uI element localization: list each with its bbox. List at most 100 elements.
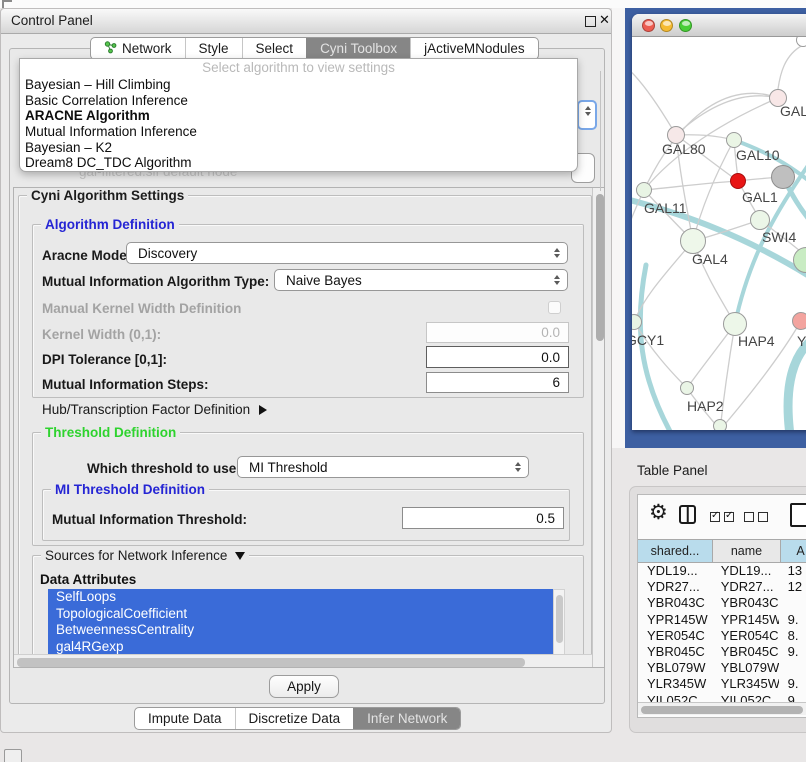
dropdown-item-basic-correlation-inference[interactable]: Basic Correlation Inference bbox=[20, 93, 577, 109]
table-row[interactable]: YPR145WYPR145W9. bbox=[638, 612, 806, 628]
table-row[interactable]: YBL079WYBL079W bbox=[638, 660, 806, 676]
network-node-gal11[interactable] bbox=[636, 182, 652, 198]
mi-type-combo[interactable]: Naive Bayes bbox=[274, 269, 568, 291]
node-label-gal4: GAL4 bbox=[692, 251, 728, 267]
combo-spinner-icon bbox=[515, 462, 521, 472]
node-label-hap4: HAP4 bbox=[738, 333, 775, 349]
attribute-item-betweennesscentrality[interactable]: BetweennessCentrality bbox=[48, 622, 553, 639]
control-panel-titlebar: Control Panel ✕ bbox=[1, 9, 611, 34]
network-node[interactable] bbox=[713, 419, 727, 430]
network-window[interactable]: GALGAL80GAL10GAL1GAL11GAL4SWI4GCY1HAP4YH… bbox=[632, 14, 806, 430]
network-icon bbox=[104, 41, 117, 57]
column-header-name[interactable]: name bbox=[713, 540, 781, 562]
table-horizontal-scrollbar-thumb[interactable] bbox=[641, 706, 803, 714]
hub-expander[interactable]: Hub/Transcription Factor Definition bbox=[42, 402, 267, 417]
sources-expander[interactable]: Sources for Network Inference bbox=[41, 548, 249, 563]
table-row[interactable]: YER054CYER054C8. bbox=[638, 628, 806, 644]
minimized-panel-icon[interactable] bbox=[4, 749, 22, 762]
table-cell: 8. bbox=[779, 628, 806, 644]
tab-cyni-toolbox[interactable]: Cyni Toolbox bbox=[306, 38, 410, 59]
node-label-hap2: HAP2 bbox=[687, 398, 724, 414]
column-header-a[interactable]: A bbox=[781, 540, 806, 562]
dropdown-item-aracne-algorithm[interactable]: ARACNE Algorithm bbox=[20, 108, 577, 124]
gear-icon[interactable]: ⚙ bbox=[649, 501, 668, 525]
settings-horizontal-scrollbar[interactable] bbox=[14, 654, 592, 668]
attribute-item-gal4rgexp[interactable]: gal4RGexp bbox=[48, 639, 553, 656]
which-threshold-label: Which threshold to use: bbox=[87, 461, 241, 476]
kernel-width-field[interactable]: 0.0 bbox=[426, 322, 569, 343]
columns-icon[interactable] bbox=[679, 505, 696, 524]
dropdown-item-mutual-information-inference[interactable]: Mutual Information Inference bbox=[20, 124, 577, 140]
close-window-icon[interactable] bbox=[642, 19, 655, 32]
new-table-icon[interactable] bbox=[790, 503, 806, 527]
table-cell bbox=[779, 595, 806, 611]
tab-label: jActiveMNodules bbox=[424, 41, 525, 56]
settings-horizontal-scrollbar-thumb[interactable] bbox=[17, 658, 525, 667]
combo-spinner-icon bbox=[554, 248, 560, 258]
tab-style[interactable]: Style bbox=[185, 38, 242, 59]
tab-jactivemnodules[interactable]: jActiveMNodules bbox=[410, 38, 538, 59]
deselect-all-checks-icon[interactable] bbox=[744, 509, 772, 527]
node-label-gal10: GAL10 bbox=[736, 147, 780, 163]
settings-scrollpane: Cyni Algorithm Settings Algorithm Defini… bbox=[13, 187, 605, 668]
table-row[interactable]: YDR27...YDR27...12 bbox=[638, 579, 806, 595]
table-cell bbox=[779, 660, 806, 676]
zoom-window-icon[interactable] bbox=[679, 19, 692, 32]
bottom-tabs: Impute DataDiscretize DataInfer Network bbox=[134, 707, 461, 730]
dropdown-prompt: Select algorithm to view settings bbox=[20, 59, 577, 77]
network-node[interactable] bbox=[730, 173, 746, 189]
network-node-gal10[interactable] bbox=[726, 132, 742, 148]
attributes-scrollbar-thumb[interactable] bbox=[556, 595, 563, 643]
attributes-scrollbar[interactable] bbox=[553, 589, 565, 655]
tab-network[interactable]: Network bbox=[91, 38, 185, 59]
tab-select[interactable]: Select bbox=[242, 38, 307, 59]
table-cell: YDR27... bbox=[638, 579, 712, 595]
dropdown-item-bayesian-k2[interactable]: Bayesian – K2 bbox=[20, 140, 577, 156]
aracne-mode-combo[interactable]: Discovery bbox=[126, 242, 568, 264]
screen: Control Panel ✕ NetworkStyleSelectCyni T… bbox=[0, 0, 806, 762]
control-panel-title: Control Panel bbox=[11, 13, 93, 28]
which-threshold-combo[interactable]: MI Threshold bbox=[237, 456, 529, 478]
network-node-y[interactable] bbox=[792, 312, 806, 330]
inference-algorithm-combo-fragment[interactable] bbox=[577, 100, 597, 130]
select-all-checks-icon[interactable] bbox=[710, 509, 738, 527]
manual-kernel-checkbox[interactable] bbox=[548, 301, 561, 314]
chevron-right-icon bbox=[259, 405, 267, 415]
node-label-y: Y bbox=[797, 333, 806, 349]
attribute-item-selfloops[interactable]: SelfLoops bbox=[48, 589, 553, 606]
network-node-gal1[interactable] bbox=[750, 210, 770, 230]
table-cell: YBL079W bbox=[638, 660, 712, 676]
apply-button[interactable]: Apply bbox=[269, 675, 339, 698]
minimize-window-icon[interactable] bbox=[660, 19, 673, 32]
table-cell: YBR045C bbox=[638, 644, 712, 660]
dropdown-item-bayesian-hill-climbing[interactable]: Bayesian – Hill Climbing bbox=[20, 77, 577, 93]
threshold-definition-title: Threshold Definition bbox=[41, 425, 180, 440]
network-window-titlebar[interactable] bbox=[632, 14, 806, 37]
dropdown-item-dream8-dc-tdc-algorithm[interactable]: Dream8 DC_TDC Algorithm bbox=[20, 155, 577, 171]
mi-threshold-field[interactable]: 0.5 bbox=[402, 507, 564, 529]
table-row[interactable]: YBR043CYBR043C bbox=[638, 595, 806, 611]
tab-infer-network[interactable]: Infer Network bbox=[353, 708, 460, 729]
network-node[interactable] bbox=[771, 165, 795, 189]
panel-gap bbox=[612, 8, 625, 448]
close-icon[interactable]: ✕ bbox=[599, 12, 610, 28]
mi-steps-field[interactable]: 6 bbox=[426, 372, 569, 393]
dpi-tolerance-field[interactable]: 0.0 bbox=[426, 346, 569, 368]
column-header-shared[interactable]: shared... bbox=[638, 540, 713, 562]
table-row[interactable]: YLR345WYLR345W9. bbox=[638, 676, 806, 692]
table-row[interactable]: YBR045CYBR045C9. bbox=[638, 644, 806, 660]
attribute-item-topologicalcoefficient[interactable]: TopologicalCoefficient bbox=[48, 606, 553, 623]
tab-discretize-data[interactable]: Discretize Data bbox=[235, 708, 354, 729]
settings-vertical-scrollbar[interactable] bbox=[592, 188, 605, 667]
table-cell: YPR145W bbox=[638, 612, 712, 628]
network-node-hap2[interactable] bbox=[680, 381, 694, 395]
network-canvas[interactable]: GALGAL80GAL10GAL1GAL11GAL4SWI4GCY1HAP4YH… bbox=[632, 37, 806, 430]
table-horizontal-scrollbar[interactable] bbox=[638, 702, 806, 715]
aracne-mode-label: Aracne Mode: bbox=[42, 248, 131, 263]
tab-impute-data[interactable]: Impute Data bbox=[135, 708, 235, 729]
table-cell: YBR045C bbox=[712, 644, 779, 660]
table-row[interactable]: YIL052CYIL052C9. bbox=[638, 693, 806, 703]
float-panel-icon[interactable] bbox=[585, 16, 596, 27]
table-row[interactable]: YDL19...YDL19...13 bbox=[638, 563, 806, 579]
settings-vertical-scrollbar-thumb[interactable] bbox=[596, 194, 604, 341]
